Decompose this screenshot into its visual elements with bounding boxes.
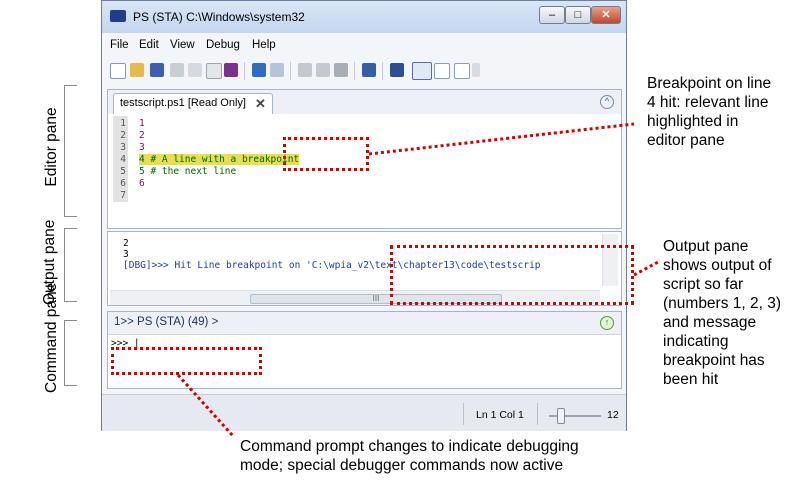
command-callout-line [176,373,235,438]
output-callout-line [633,260,659,277]
breakpoint-annotation: Breakpoint on line 4 hit: relevant line … [647,75,772,149]
breakpoint-callout-line [368,122,635,156]
command-annotation: Command prompt changes to indicate debug… [240,438,579,474]
output-annotation: Output pane shows output of script so fa… [663,238,782,388]
